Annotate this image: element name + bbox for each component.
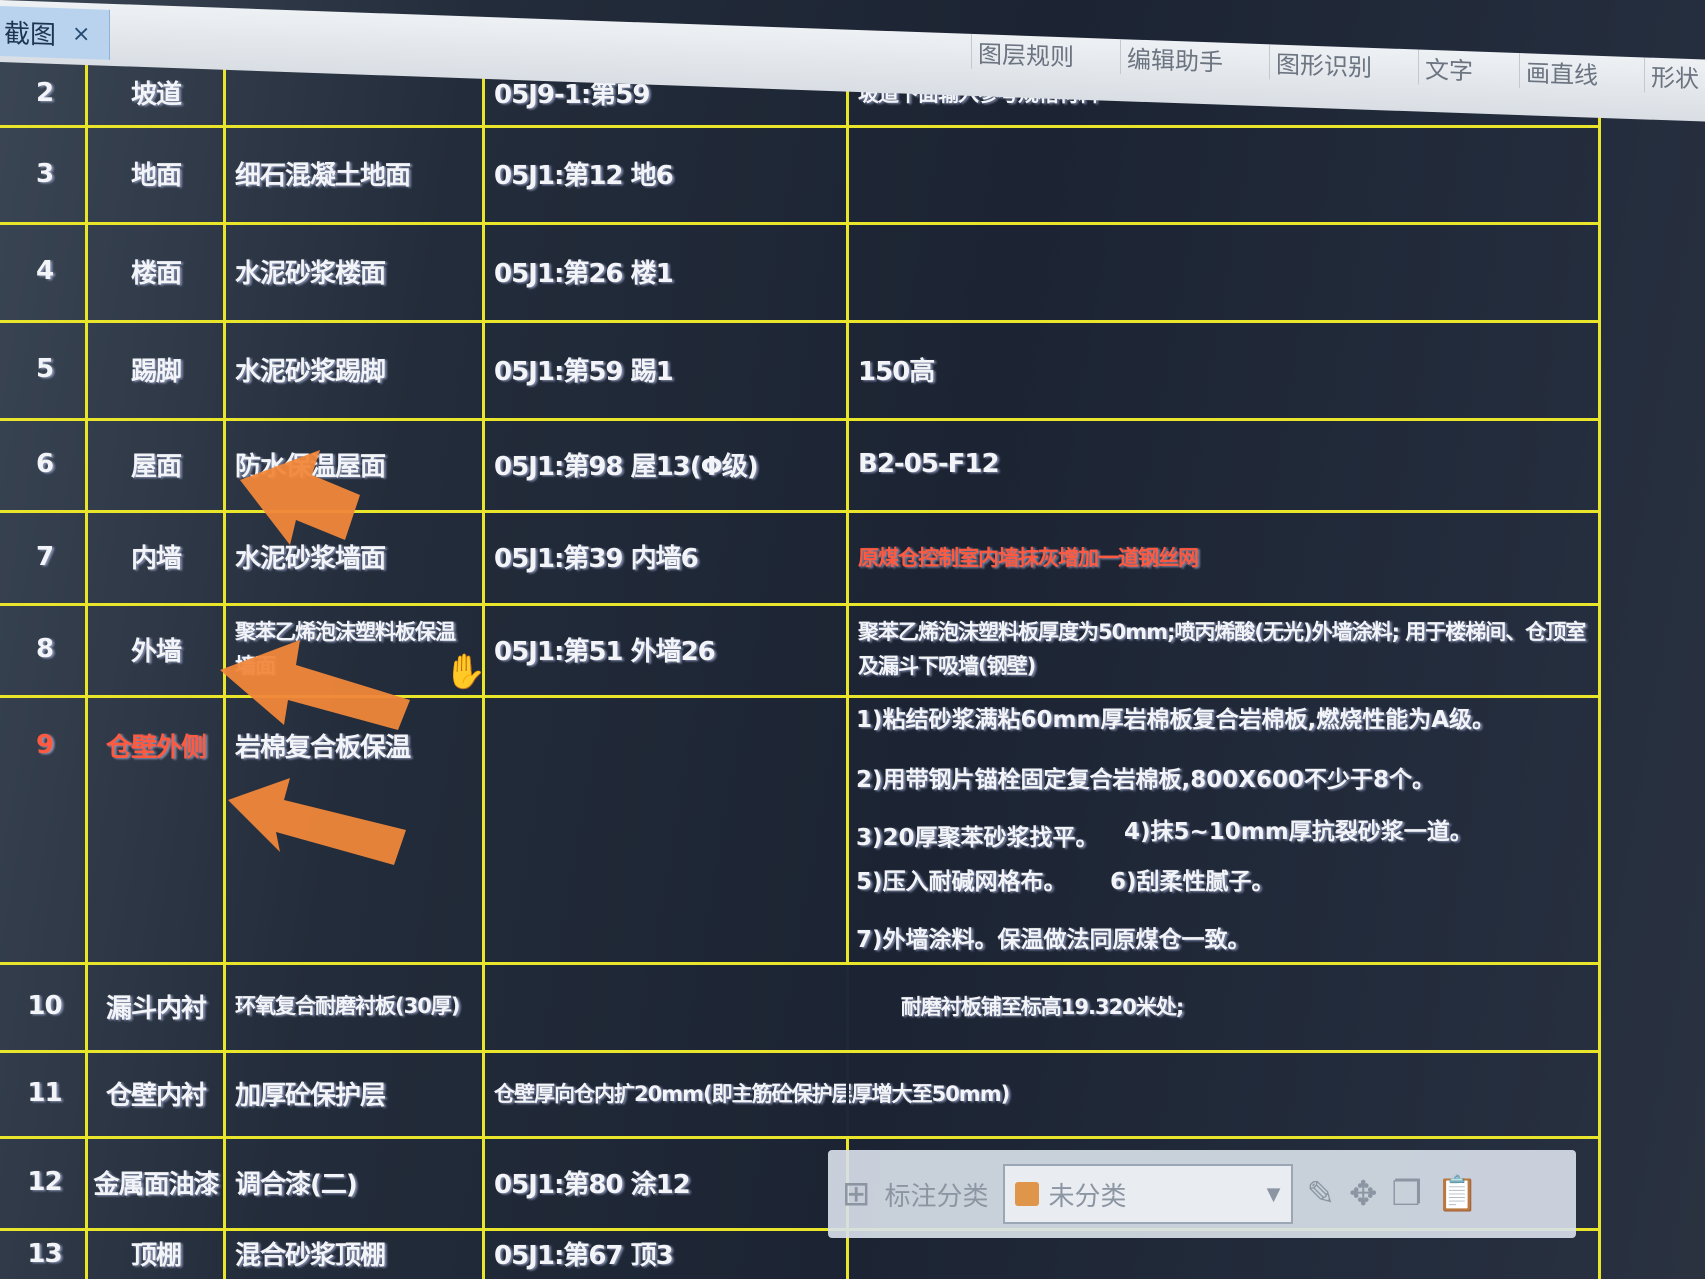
copy-icon[interactable]: ❐ bbox=[1392, 1174, 1422, 1214]
orange-arrow-icon bbox=[240, 450, 360, 545]
category-dropdown[interactable]: 未分类 ▼ bbox=[1002, 1164, 1293, 1224]
orange-arrow-icon bbox=[228, 778, 406, 865]
paste-icon[interactable]: 📋 bbox=[1436, 1174, 1478, 1214]
close-icon[interactable]: × bbox=[72, 21, 90, 47]
tab-label: 截图 bbox=[4, 18, 57, 51]
annotation-arrows bbox=[220, 450, 410, 865]
menu-item-edit-assistant[interactable]: 编辑助手 bbox=[1120, 39, 1229, 78]
menu-item-shape[interactable]: 形状 bbox=[1644, 57, 1705, 95]
edit-icon[interactable]: ✎ bbox=[1307, 1174, 1336, 1214]
orange-arrow-icon bbox=[220, 640, 410, 730]
grid-icon[interactable]: ⊞ bbox=[842, 1174, 871, 1214]
menu-item-line[interactable]: 画直线 bbox=[1519, 53, 1604, 92]
annotation-toolbar: ⊞ 标注分类 未分类 ▼ ✎ ✥ ❐ 📋 bbox=[828, 1150, 1576, 1238]
toolbar-label: 标注分类 bbox=[884, 1181, 989, 1212]
tab-screenshot[interactable]: 截图 × bbox=[0, 6, 110, 60]
category-swatch bbox=[1014, 1182, 1039, 1206]
menu-item-text[interactable]: 文字 bbox=[1418, 49, 1479, 87]
category-value: 未分类 bbox=[1048, 1181, 1127, 1212]
menu-item-recognition[interactable]: 图形识别 bbox=[1269, 44, 1378, 84]
menu-item-layer[interactable]: 图层规则 bbox=[971, 33, 1080, 73]
chevron-down-icon: ▼ bbox=[1266, 1183, 1281, 1205]
move-icon[interactable]: ✥ bbox=[1349, 1174, 1378, 1214]
